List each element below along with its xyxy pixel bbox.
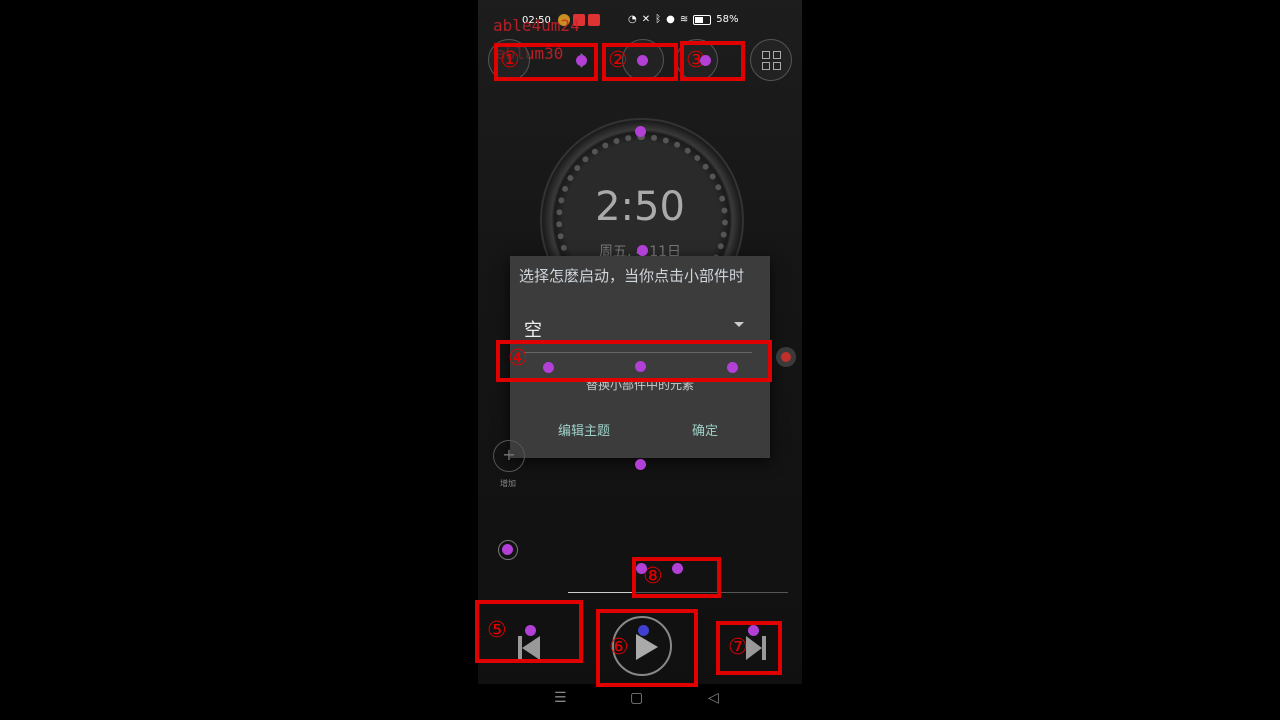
- add-widget-button[interactable]: +: [493, 440, 525, 472]
- location-icon: ●: [666, 14, 675, 25]
- confirm-button[interactable]: 确定: [692, 420, 718, 439]
- marker-dot: [637, 55, 648, 66]
- chevron-down-icon[interactable]: [734, 322, 744, 327]
- apps-grid-button[interactable]: [750, 39, 792, 81]
- annotation-box-4: [496, 340, 772, 382]
- marker-dot: [637, 245, 648, 256]
- marker-dot: [635, 459, 646, 470]
- annotation-label-1: ①: [500, 48, 520, 73]
- add-widget-label: 增加: [500, 479, 516, 488]
- marker-dot: [638, 625, 649, 636]
- marker-dot: [576, 55, 587, 66]
- annotation-label-7: ⑦: [728, 635, 748, 660]
- marker-dot: [502, 544, 513, 555]
- annotation-label-2: ②: [608, 48, 628, 73]
- mute-icon: ✕: [641, 14, 651, 25]
- marker-dot: [700, 55, 711, 66]
- edit-theme-button[interactable]: 编辑主题: [558, 420, 610, 439]
- progress-fill: [568, 592, 634, 593]
- clock-time: 2:50: [595, 184, 685, 230]
- battery-percent: 58%: [716, 14, 739, 25]
- speed-icon: ◔: [628, 14, 637, 25]
- marker-dot: [635, 361, 646, 372]
- app-notification-icon: [588, 14, 600, 26]
- marker-dot: [525, 625, 536, 636]
- back-nav-button[interactable]: ◁: [708, 690, 719, 706]
- action-select[interactable]: 空: [524, 316, 542, 342]
- annotation-label-6: ⑥: [609, 635, 629, 660]
- battery-icon: [693, 14, 712, 25]
- menu-nav-button[interactable]: ☰: [554, 690, 567, 706]
- record-button[interactable]: [776, 347, 796, 367]
- annotation-label-4: ④: [508, 346, 528, 371]
- marker-dot: [636, 563, 647, 574]
- overlay-label: able4um24: [493, 16, 580, 35]
- grid-icon: [762, 51, 782, 71]
- marker-dot: [543, 362, 554, 373]
- dialog-title: 选择怎麽启动，当你点击小部件时: [519, 267, 745, 285]
- bluetooth-icon: ᛒ: [655, 14, 662, 25]
- marker-dot: [727, 362, 738, 373]
- marker-dot: [748, 625, 759, 636]
- annotation-label-5: ⑤: [487, 618, 507, 643]
- marker-dot: [635, 126, 646, 137]
- status-right: ◔ ✕ ᛒ ● ≋ 58%: [628, 14, 738, 25]
- marker-dot: [672, 563, 683, 574]
- wifi-icon: ≋: [679, 14, 689, 25]
- navigation-bar: ☰ ▢ ◁: [478, 684, 802, 720]
- home-nav-button[interactable]: ▢: [630, 690, 643, 706]
